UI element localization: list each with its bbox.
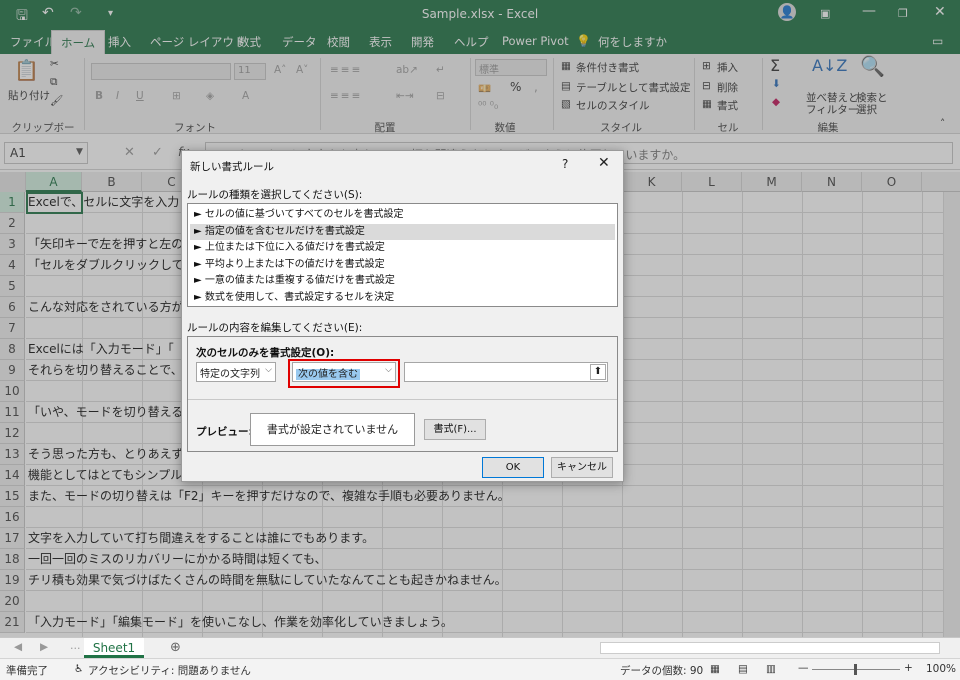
- normal-view-icon[interactable]: ▦: [710, 663, 720, 675]
- sheet-tab-bar: ◀ ▶ … Sheet1 ⊕: [0, 637, 960, 658]
- next-sheet-icon[interactable]: ▶: [40, 641, 48, 653]
- rule-type-item[interactable]: ► 平均より上または下の値だけを書式設定: [190, 257, 615, 274]
- page-layout-view-icon[interactable]: ▤: [738, 663, 748, 675]
- highlight-box: [288, 359, 400, 388]
- condition-type-combo[interactable]: 特定の文字列 ⌵: [196, 362, 276, 382]
- status-ready: 準備完了: [6, 665, 48, 677]
- accessibility-status[interactable]: アクセシビリティ: 問題ありません: [88, 663, 251, 678]
- status-count: データの個数: 90: [620, 665, 704, 677]
- help-icon[interactable]: ?: [562, 157, 568, 171]
- range-select-icon[interactable]: ⬆: [590, 364, 606, 380]
- rule-type-list[interactable]: ► セルの値に基づいてすべてのセルを書式設定 ► 指定の値を含むセルだけを書式設…: [187, 203, 618, 307]
- value-input[interactable]: [404, 362, 608, 382]
- format-only-label: 次のセルのみを書式設定(O):: [196, 347, 335, 359]
- zoom-in-icon[interactable]: +: [904, 662, 913, 674]
- rule-type-item[interactable]: ► セルの値に基づいてすべてのセルを書式設定: [190, 207, 615, 224]
- new-sheet-icon[interactable]: ⊕: [170, 640, 181, 655]
- zoom-out-icon[interactable]: —: [798, 662, 809, 674]
- arrow-icon: ►: [194, 225, 205, 237]
- ok-button[interactable]: OK: [482, 457, 544, 478]
- zoom-slider-thumb[interactable]: [854, 664, 857, 675]
- edit-rule-label: ルールの内容を編集してください(E):: [187, 322, 363, 334]
- arrow-icon: ►: [194, 242, 205, 254]
- rule-type-item[interactable]: ► 一意の値または重複する値だけを書式設定: [190, 273, 615, 290]
- tab-scroll-dots-icon[interactable]: …: [70, 640, 81, 652]
- format-button[interactable]: 書式(F)...: [424, 419, 486, 440]
- accessibility-icon: ♿: [74, 663, 84, 675]
- preview-box: 書式が設定されていません: [250, 413, 415, 446]
- horizontal-scrollbar[interactable]: [600, 642, 940, 654]
- arrow-icon: ►: [194, 209, 205, 220]
- arrow-icon: ►: [194, 258, 205, 270]
- close-icon[interactable]: ✕: [598, 155, 610, 171]
- rule-description-box: 次のセルのみを書式設定(O): 特定の文字列 ⌵ 次の値を含む ⌵ ⬆ プレビュ…: [187, 336, 618, 452]
- rule-type-item[interactable]: ► 上位または下位に入る値だけを書式設定: [190, 240, 615, 257]
- cancel-button[interactable]: キャンセル: [551, 457, 613, 478]
- arrow-icon: ►: [194, 292, 205, 303]
- arrow-icon: ►: [194, 275, 205, 287]
- dialog-title: 新しい書式ルール: [190, 161, 274, 173]
- chevron-down-icon: ⌵: [265, 365, 272, 375]
- rule-type-label: ルールの種類を選択してください(S):: [187, 189, 363, 201]
- page-break-view-icon[interactable]: ▥: [766, 663, 776, 675]
- preview-label: プレビュー:: [196, 426, 253, 438]
- new-formatting-rule-dialog: 新しい書式ルール ? ✕ ルールの種類を選択してください(S): ► セルの値に…: [181, 150, 624, 482]
- rule-type-item[interactable]: ► 数式を使用して、書式設定するセルを決定: [190, 290, 615, 307]
- rule-type-item-selected[interactable]: ► 指定の値を含むセルだけを書式設定: [190, 223, 615, 241]
- status-bar: 準備完了 ♿ アクセシビリティ: 問題ありません データの個数: 90 ▦ ▤ …: [0, 658, 960, 680]
- prev-sheet-icon[interactable]: ◀: [14, 641, 22, 653]
- sheet-tab-sheet1[interactable]: Sheet1: [84, 638, 144, 658]
- zoom-level[interactable]: 100%: [926, 663, 956, 675]
